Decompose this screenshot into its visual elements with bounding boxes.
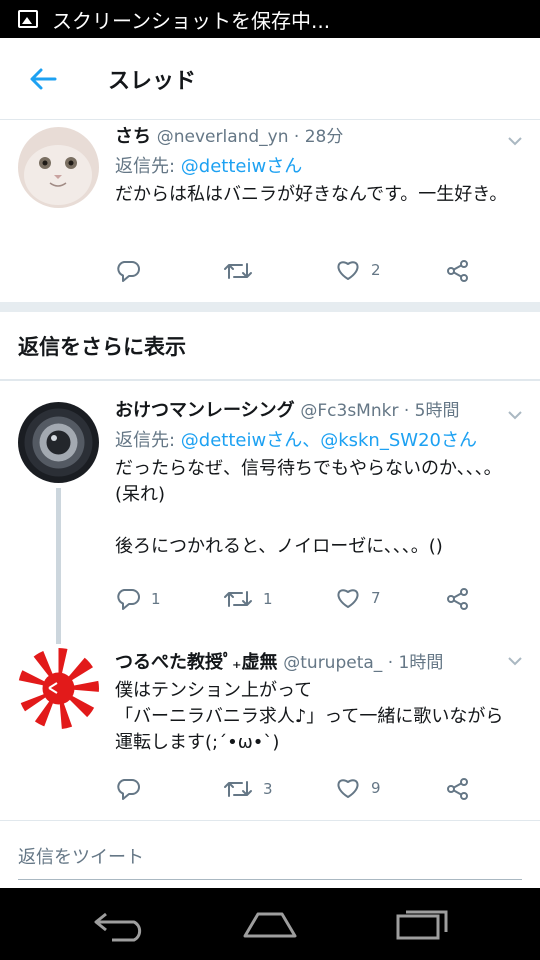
share-icon — [447, 588, 468, 610]
app-bar: スレッド — [0, 38, 540, 120]
reply-icon — [117, 589, 140, 610]
chevron-down-icon[interactable] — [506, 406, 524, 424]
reply-to: 返信先: @detteiwさん、@kskn_SW20さん — [115, 428, 520, 454]
share-button[interactable] — [445, 776, 471, 802]
like-button[interactable]: 9 — [335, 776, 381, 800]
user-name[interactable]: さち — [115, 126, 151, 147]
show-more-replies[interactable]: 返信をさらに表示 — [0, 312, 540, 380]
avatar[interactable] — [18, 402, 99, 483]
tweet-actions: 2 — [115, 258, 515, 288]
like-icon — [337, 589, 359, 608]
tweet-header: さち @neverland_yn · 28分 — [115, 124, 520, 150]
user-name[interactable]: おけつマンレーシング — [115, 400, 295, 421]
retweet-button[interactable] — [223, 258, 263, 284]
reply-icon — [117, 261, 140, 282]
reply-input[interactable]: 返信をツイート — [18, 843, 144, 869]
share-icon — [447, 260, 468, 282]
share-button[interactable] — [445, 586, 471, 612]
section-divider — [0, 302, 540, 312]
user-handle-time: @Fc3sMnkr · 5時間 — [300, 401, 460, 421]
user-handle-time: @neverland_yn · 28分 — [156, 127, 344, 147]
status-bar: スクリーンショットを保存中... — [0, 0, 540, 38]
avatar[interactable] — [18, 127, 99, 208]
reply-mention[interactable]: @detteiwさん — [181, 156, 302, 177]
status-text: スクリーンショットを保存中... — [52, 8, 331, 33]
tweet-header: つるぺた教授ﾟ₊虚無 @turupeta_ · 1時間 — [115, 650, 520, 676]
reply-mention[interactable]: @detteiwさん、@kskn_SW20さん — [181, 430, 477, 451]
system-nav-bar — [0, 888, 540, 960]
user-name[interactable]: つるぺた教授ﾟ₊虚無 — [115, 652, 278, 673]
reply-to-label: 返信先: — [115, 156, 181, 177]
reply-button[interactable] — [115, 776, 151, 802]
tweet-header: おけつマンレーシング @Fc3sMnkr · 5時間 — [115, 398, 520, 424]
tweet-actions: 1 1 7 — [115, 586, 515, 616]
user-handle-time: @turupeta_ · 1時間 — [283, 653, 444, 673]
reply-compose-box[interactable]: 返信をツイート — [0, 820, 540, 888]
chevron-down-icon[interactable] — [506, 132, 524, 150]
input-underline — [18, 879, 522, 880]
nav-home-icon[interactable] — [240, 906, 300, 942]
nav-recents-icon[interactable] — [394, 906, 450, 942]
section-divider — [0, 380, 540, 381]
tweet-body: 僕はテンション上がって 「バーニラバニラ求人♪」って一緒に歌いながら運転します(… — [115, 680, 504, 753]
image-icon — [18, 10, 38, 28]
avatar[interactable] — [18, 648, 99, 729]
retweet-icon — [224, 781, 252, 797]
tweet-actions: 3 9 — [115, 776, 515, 806]
reply-button[interactable] — [115, 258, 151, 284]
tweet[interactable]: おけつマンレーシング @Fc3sMnkr · 5時間 返信先: @detteiw… — [0, 390, 540, 630]
retweet-button[interactable]: 3 — [223, 776, 273, 802]
like-icon — [337, 779, 359, 798]
tweet[interactable]: つるぺた教授ﾟ₊虚無 @turupeta_ · 1時間 僕はテンション上がって … — [0, 642, 540, 818]
retweet-button[interactable]: 1 — [223, 586, 273, 612]
reply-button[interactable]: 1 — [115, 586, 161, 612]
retweet-icon — [224, 591, 252, 607]
reply-icon — [117, 779, 140, 800]
share-icon — [447, 778, 468, 800]
tweet-body: だったらなぜ、信号待ちでもやらないのか、、、。(呆れ) 後ろにつかれると、ノイロ… — [115, 458, 502, 557]
back-button[interactable] — [0, 38, 86, 120]
reply-to-label: 返信先: — [115, 430, 181, 451]
back-arrow-icon — [30, 68, 57, 89]
reply-to: 返信先: @detteiwさん — [115, 154, 520, 180]
like-button[interactable]: 2 — [335, 258, 381, 282]
page-title: スレッド — [108, 68, 197, 94]
tweet-body: だからは私はバニラが好きなんです。一生好き。 — [115, 184, 508, 205]
tweet[interactable]: さち @neverland_yn · 28分 返信先: @detteiwさん だ… — [0, 120, 540, 302]
share-button[interactable] — [445, 258, 471, 284]
like-button[interactable]: 7 — [335, 586, 381, 610]
nav-back-icon[interactable] — [92, 906, 148, 942]
chevron-down-icon[interactable] — [506, 652, 524, 670]
like-icon — [337, 261, 359, 280]
retweet-icon — [224, 263, 252, 279]
